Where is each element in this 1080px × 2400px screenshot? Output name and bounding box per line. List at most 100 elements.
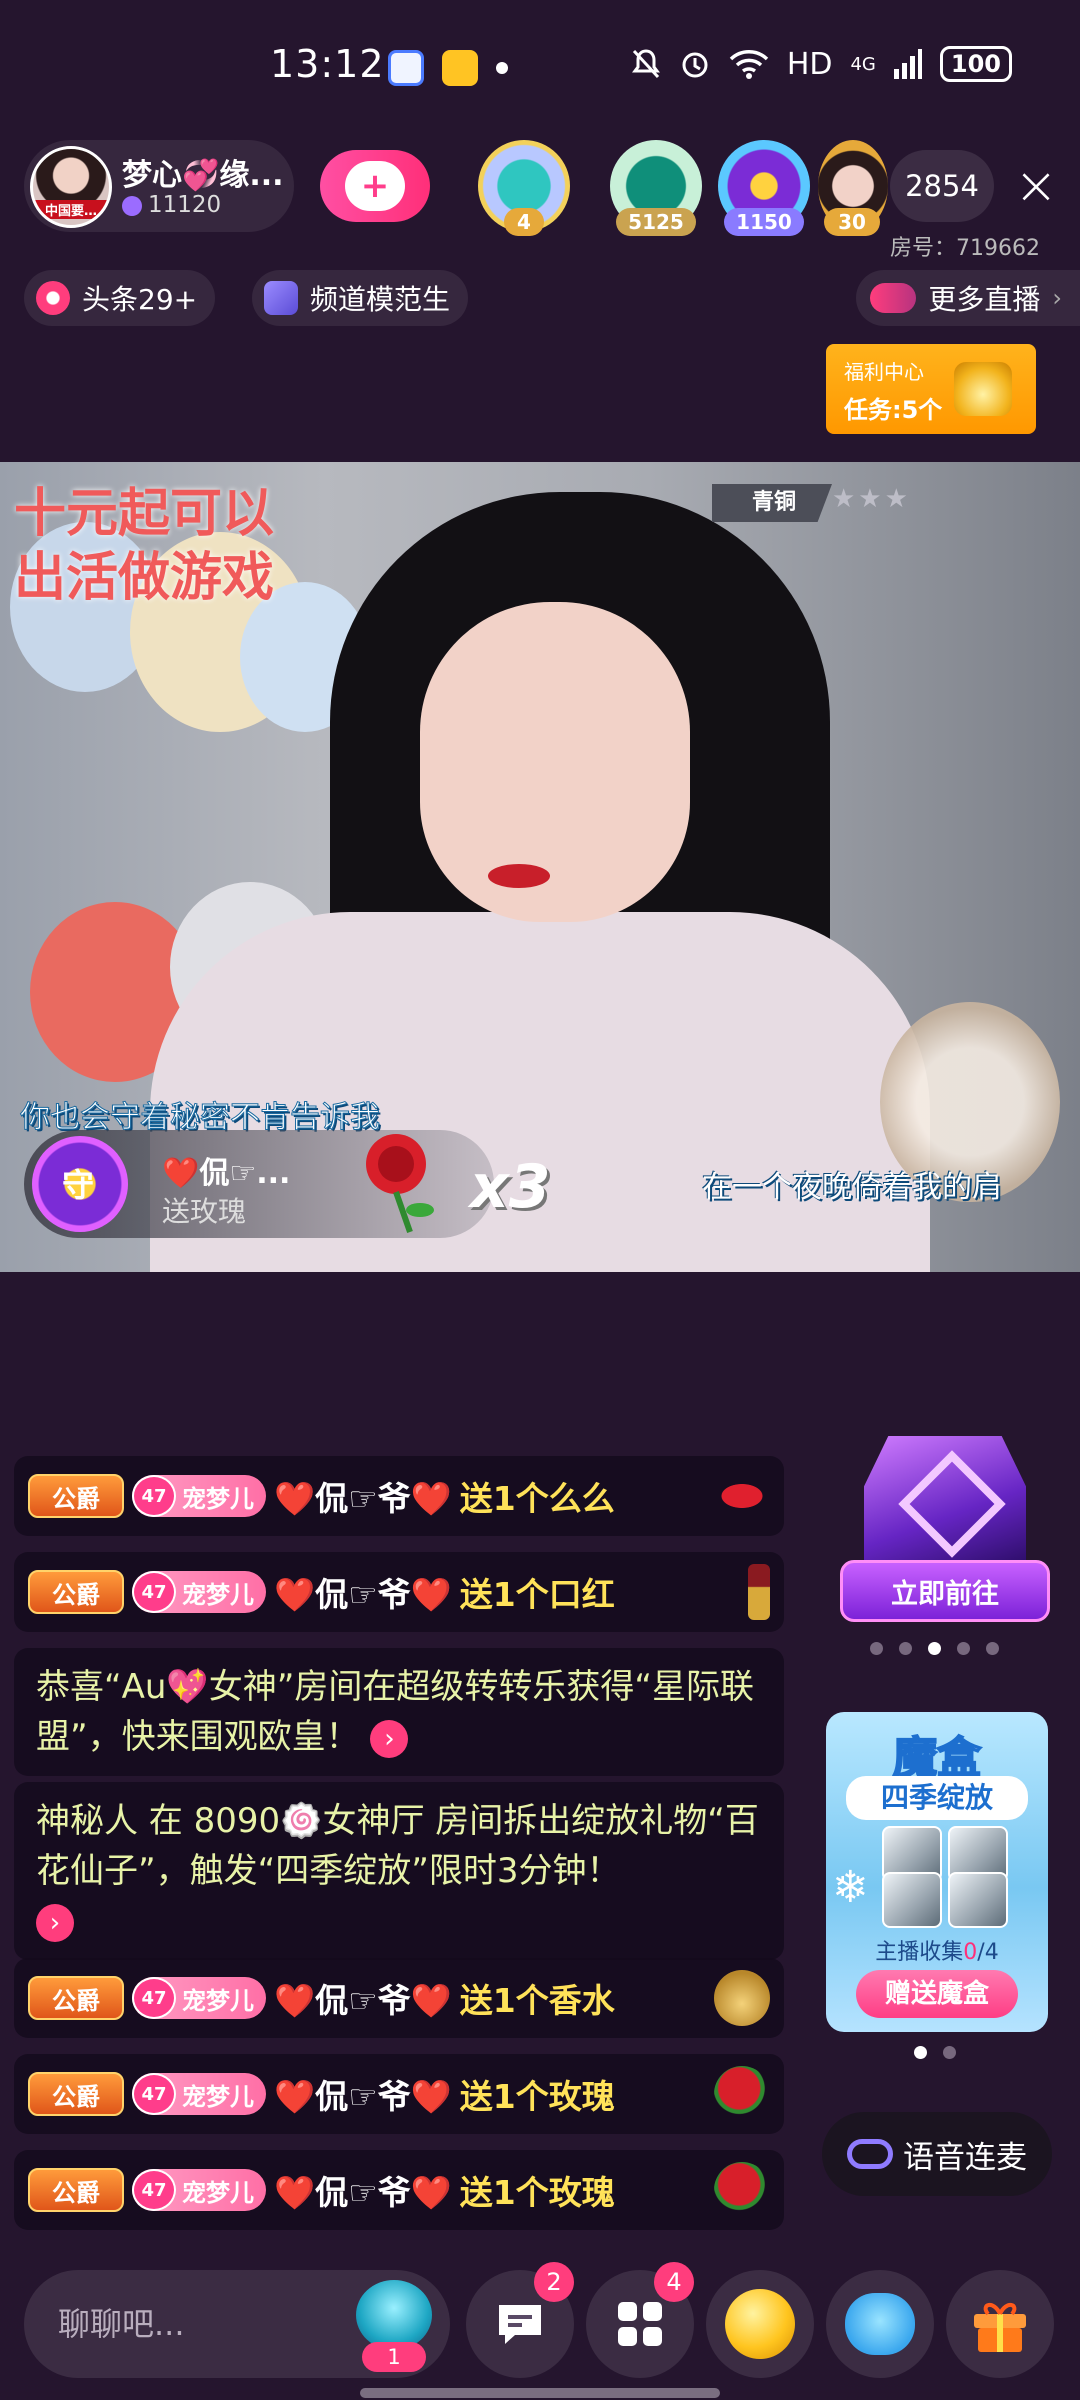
grid-icon xyxy=(618,2302,662,2346)
fan-club-badge: 47 宠梦儿 xyxy=(132,1571,266,1613)
host-avatar-tag: 中国要… xyxy=(33,200,109,219)
rank-badge: 青铜 xyxy=(712,484,832,522)
signal-type: 4G xyxy=(850,53,876,75)
chevron-right-icon[interactable]: › xyxy=(36,1903,74,1942)
noble-badge: 公爵 xyxy=(28,2168,124,2212)
carousel-dot[interactable] xyxy=(957,1642,970,1655)
system-message[interactable]: 神秘人 在 8090🍥女神厅 房间拆出绽放礼物“百花仙子”，触发“四季绽放”限时… xyxy=(14,1782,784,1960)
chat-username[interactable]: ❤️侃☞爷❤️ xyxy=(274,1568,452,1616)
fan-emoji-icon[interactable] xyxy=(356,2280,432,2350)
headline-label: 头条29+ xyxy=(82,283,198,316)
room-number: 房号：719662 xyxy=(890,236,1040,261)
rose-icon xyxy=(366,1134,434,1233)
perfume-icon xyxy=(714,1970,770,2026)
magic-box-card[interactable]: 魔盒 四季绽放 ❄ 主播收集0/4 赠送魔盒 xyxy=(826,1712,1048,2032)
apps-badge: 4 xyxy=(654,2262,694,2302)
kiss-icon xyxy=(714,1468,770,1524)
treasure-chest-icon xyxy=(954,362,1012,416)
chat-username[interactable]: ❤️侃☞爷❤️ xyxy=(274,2166,452,2214)
status-time: 13:12 xyxy=(270,42,385,86)
snowflake-icon: ❄ xyxy=(832,1862,869,1913)
message-button[interactable]: 2 xyxy=(466,2262,574,2378)
channel-model-chip[interactable]: 频道模范生 xyxy=(252,270,469,326)
carousel-dot[interactable] xyxy=(943,2046,956,2059)
game-controller-icon xyxy=(845,2293,915,2355)
carousel-dot[interactable] xyxy=(899,1642,912,1655)
chat-input-box[interactable]: 1 xyxy=(24,2270,450,2378)
chat-username[interactable]: ❤️侃☞爷❤️ xyxy=(274,1974,452,2022)
chat-gift-text: 送1个玫瑰 xyxy=(459,2077,615,2116)
gold-ball-icon xyxy=(725,2289,795,2359)
gift-combo: x3 xyxy=(470,1152,551,1222)
fans-icon xyxy=(122,196,142,216)
chat-message[interactable]: 公爵 47 宠梦儿 ❤️侃☞爷❤️ 送1个玫瑰 xyxy=(14,2150,784,2230)
lyric-text: 在一个夜晚倚着我的肩 xyxy=(702,1170,1002,1205)
chat-username[interactable]: ❤️侃☞爷❤️ xyxy=(274,1472,452,1520)
noble-badge: 公爵 xyxy=(28,1570,124,1614)
more-live-label: 更多直播 xyxy=(928,283,1041,316)
chat-gift-text: 送1个玫瑰 xyxy=(459,2173,615,2212)
promo-go-button[interactable]: 立即前往 xyxy=(840,1560,1050,1622)
chat-message[interactable]: 公爵 47 宠梦儿 ❤️侃☞爷❤️ 送1个么么 xyxy=(14,1456,784,1536)
book-notification-icon xyxy=(442,50,478,86)
fan-club-badge: 47 宠梦儿 xyxy=(132,1977,266,2019)
promo-carousel-dots xyxy=(870,1642,999,1655)
fan-club-name: 宠梦儿 xyxy=(182,2178,254,2207)
chat-username[interactable]: ❤️侃☞爷❤️ xyxy=(274,2070,452,2118)
fan-level: 47 xyxy=(132,1475,176,1517)
top-viewer-avatar[interactable]: 1150 xyxy=(718,140,810,236)
host-avatar[interactable]: 中国要… xyxy=(30,146,112,228)
fan-level: 47 xyxy=(132,1571,176,1613)
close-icon[interactable]: × xyxy=(1010,160,1062,214)
apps-button[interactable]: 4 xyxy=(586,2262,694,2378)
top-viewer-avatar[interactable]: 4 xyxy=(478,140,570,236)
rank-stars: ★★★ xyxy=(832,484,911,514)
stream-overlay-text: 十元起可以 出活做游戏 xyxy=(14,482,274,610)
top-viewer-avatar[interactable]: 30 xyxy=(818,140,888,236)
fan-level: 47 xyxy=(132,1977,176,2019)
wifi-icon xyxy=(729,50,769,79)
fan-emoji-count: 1 xyxy=(362,2342,426,2372)
overlay-line-1: 十元起可以 xyxy=(14,484,275,544)
collection-tile xyxy=(948,1872,1008,1928)
voice-link-button[interactable]: 语音连麦 xyxy=(822,2112,1052,2196)
rose-icon xyxy=(714,2162,770,2218)
viewer-count[interactable]: 2854 xyxy=(890,150,994,222)
gift-sender-avatar: 守 xyxy=(32,1136,128,1232)
headline-chip[interactable]: 头条29+ xyxy=(24,270,216,326)
home-indicator xyxy=(360,2388,720,2398)
channel-model-label: 频道模范生 xyxy=(310,283,451,316)
fan-level: 47 xyxy=(132,2169,176,2211)
gift-button[interactable] xyxy=(946,2270,1054,2378)
system-message[interactable]: 恭喜“Au💖女神”房间在超级转转乐获得“星际联盟”，快来围观欧皇！ › xyxy=(14,1648,784,1776)
chat-gift-text: 送1个香水 xyxy=(459,1981,615,2020)
chat-input[interactable] xyxy=(58,2270,358,2378)
game-button[interactable] xyxy=(826,2270,934,2378)
signal-icon xyxy=(893,49,922,79)
promo-cube-icon[interactable] xyxy=(864,1436,1026,1562)
gift-box-icon xyxy=(974,2303,1026,2352)
fan-club-badge: 47 宠梦儿 xyxy=(132,1475,266,1517)
gift-popup: 守 ❤️侃☞... 送玫瑰 xyxy=(24,1130,494,1238)
gold-ball-button[interactable] xyxy=(706,2270,814,2378)
chat-message[interactable]: 公爵 47 宠梦儿 ❤️侃☞爷❤️ 送1个玫瑰 xyxy=(14,2054,784,2134)
carousel-dot-active[interactable] xyxy=(914,2046,927,2059)
carousel-dot[interactable] xyxy=(986,1642,999,1655)
carousel-dot-active[interactable] xyxy=(928,1642,941,1655)
live-video[interactable]: 十元起可以 出活做游戏 青铜 ★★★ 你也会守着秘密不肯告诉我 在一个夜晚倚着我… xyxy=(0,462,1080,1272)
fan-club-badge: 47 宠梦儿 xyxy=(132,2169,266,2211)
welfare-center-button[interactable]: 福利中心 任务:5个 xyxy=(826,344,1036,434)
send-magic-box-button[interactable]: 赠送魔盒 xyxy=(856,1970,1018,2018)
chevron-right-icon[interactable]: › xyxy=(370,1719,409,1758)
carousel-dot[interactable] xyxy=(870,1642,883,1655)
fan-club-badge: 47 宠梦儿 xyxy=(132,2073,266,2115)
chat-message[interactable]: 公爵 47 宠梦儿 ❤️侃☞爷❤️ 送1个口红 xyxy=(14,1552,784,1632)
follow-button[interactable]: + xyxy=(320,150,430,222)
chat-message[interactable]: 公爵 47 宠梦儿 ❤️侃☞爷❤️ 送1个香水 xyxy=(14,1958,784,2038)
more-live-button[interactable]: 更多直播 › xyxy=(856,270,1080,326)
top-viewer-avatar[interactable]: 5125 xyxy=(610,140,702,236)
welfare-title: 福利中心 xyxy=(844,360,924,384)
more-notifications-icon xyxy=(496,62,508,74)
fan-club-name: 宠梦儿 xyxy=(182,1484,254,1513)
voice-link-label: 语音连麦 xyxy=(903,2139,1027,2176)
